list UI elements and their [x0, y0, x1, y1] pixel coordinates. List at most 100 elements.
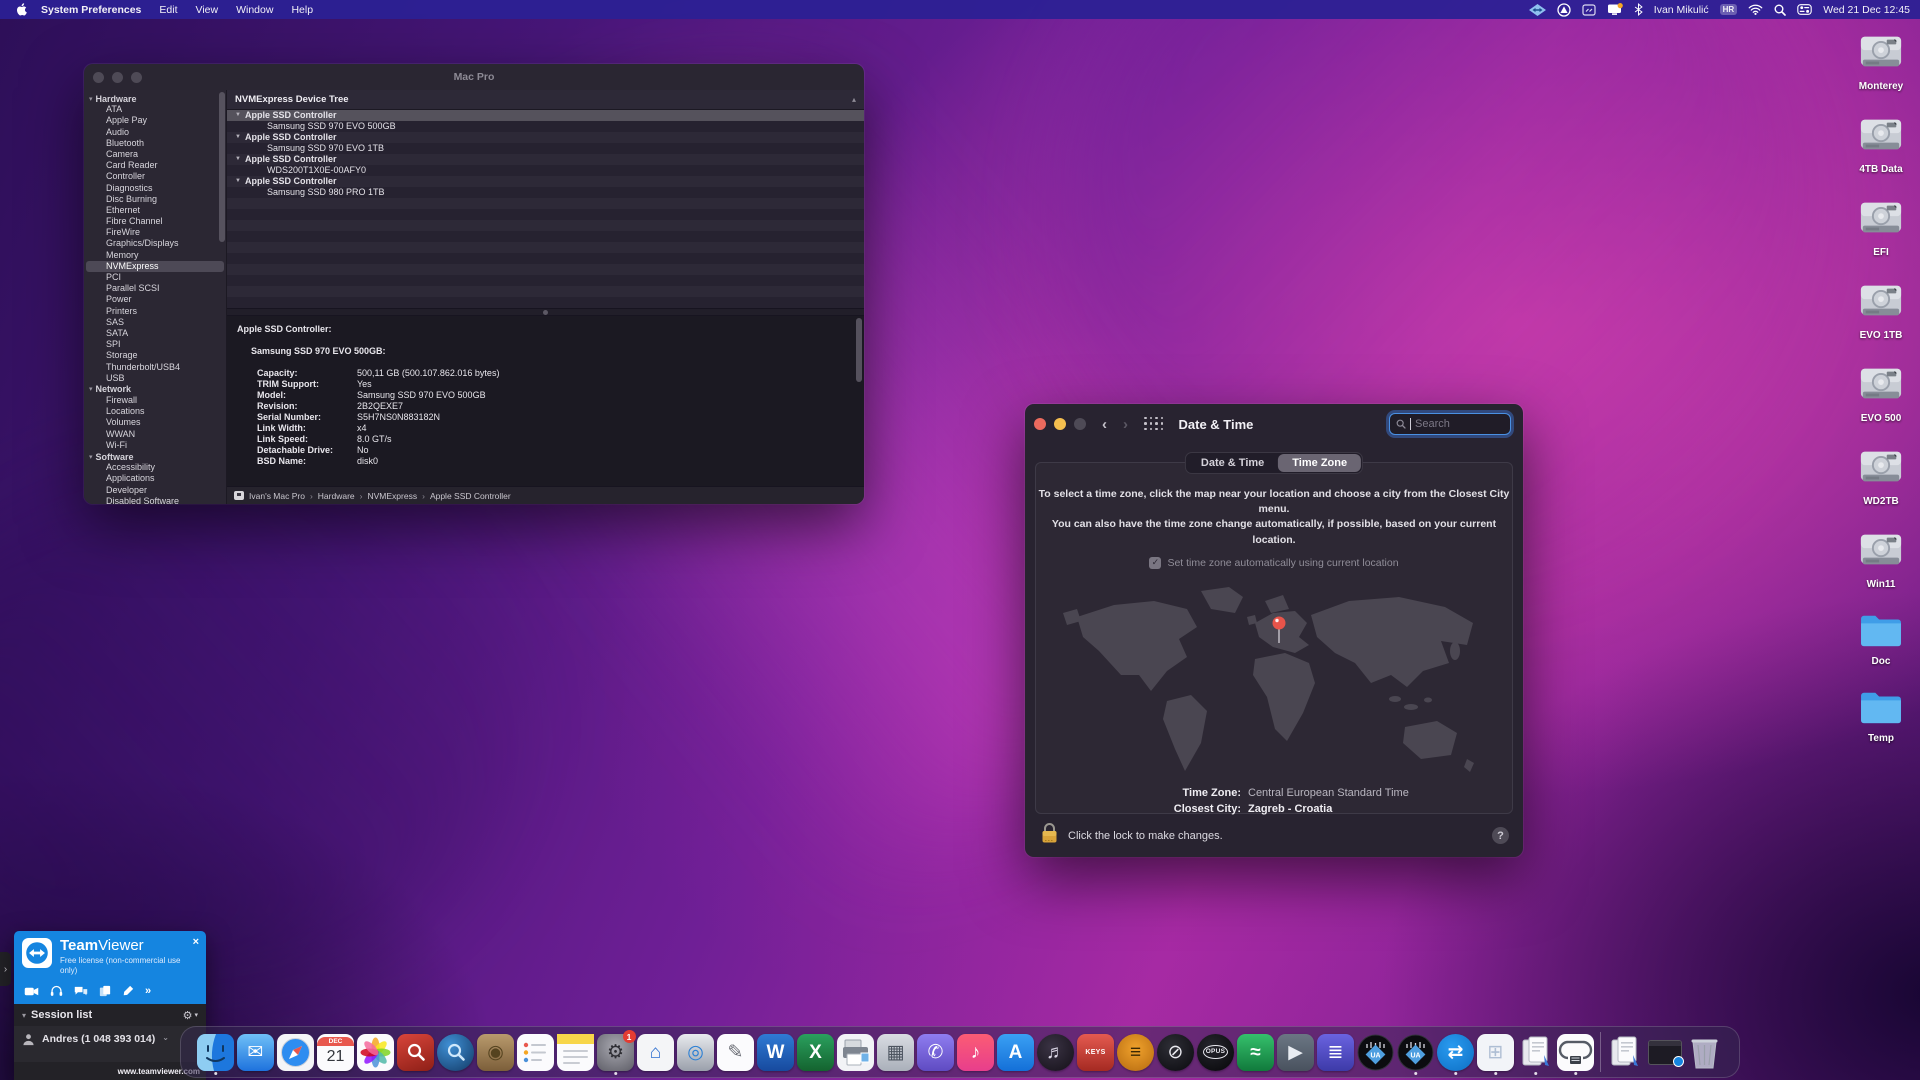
- dock-icon-audio-utility[interactable]: ⊘: [1156, 1029, 1196, 1075]
- sidebar-section-network[interactable]: ▾Network: [84, 384, 226, 395]
- dock-icon-media-player[interactable]: ▶: [1276, 1029, 1316, 1075]
- apple-menu-icon[interactable]: [10, 3, 32, 16]
- breadcrumb-segment-ivan-s-mac-pro[interactable]: Ivan's Mac Pro: [249, 491, 305, 501]
- dock-icon-opus[interactable]: OPUS: [1196, 1029, 1236, 1075]
- dock-icon-find-any-file[interactable]: [396, 1029, 436, 1075]
- session-settings-gear-icon[interactable]: ⚙▾: [183, 1009, 198, 1022]
- dock-icon-etrecheck[interactable]: ≡: [1116, 1029, 1156, 1075]
- dock-icon-finder[interactable]: [196, 1029, 236, 1075]
- sidebar-item-camera[interactable]: Camera: [84, 149, 226, 160]
- dock-icon-wave-editor[interactable]: ≈: [1236, 1029, 1276, 1075]
- sidebar-item-volumes[interactable]: Volumes: [84, 417, 226, 428]
- desktop-icon-temp[interactable]: Temp: [1846, 688, 1916, 744]
- pane-splitter[interactable]: [227, 308, 864, 316]
- sidebar-item-fibre-channel[interactable]: Fibre Channel: [84, 216, 226, 227]
- dock-icon-screen-magnifier[interactable]: [436, 1029, 476, 1075]
- sidebar-item-firewire[interactable]: FireWire: [84, 227, 226, 238]
- tree-row-wds200t1x0e-00afy0[interactable]: WDS200T1X0E-00AFY0: [227, 165, 864, 176]
- menu-view[interactable]: View: [187, 4, 228, 16]
- display-notification-menubar-icon[interactable]: [1607, 3, 1623, 16]
- sidebar-section-software[interactable]: ▾Software: [84, 451, 226, 462]
- dock-icon-caliper-tool[interactable]: [1556, 1029, 1596, 1075]
- desktop-icon-efi[interactable]: EFI: [1846, 196, 1916, 258]
- sidebar-item-applications[interactable]: Applications: [84, 473, 226, 484]
- zoom-button[interactable]: [1074, 418, 1086, 430]
- dock-icon-reminders[interactable]: [516, 1029, 556, 1075]
- sidebar-item-usb[interactable]: USB: [84, 373, 226, 384]
- tab-date-time[interactable]: Date & Time: [1187, 454, 1278, 472]
- help-button[interactable]: ?: [1492, 827, 1509, 844]
- more-icon[interactable]: »: [145, 985, 151, 997]
- sidebar-scrollbar[interactable]: [219, 92, 225, 242]
- app-menu-title[interactable]: System Preferences: [32, 4, 150, 16]
- details-scrollbar[interactable]: [856, 318, 862, 382]
- dock-icon-ua-meter[interactable]: UA: [1396, 1029, 1436, 1075]
- tree-row-apple-ssd-controller[interactable]: ▼Apple SSD Controller: [227, 132, 864, 143]
- desktop-icon-evo-1tb[interactable]: EVO 1TB: [1846, 279, 1916, 341]
- desktop-icon-monterey[interactable]: Monterey: [1846, 30, 1916, 92]
- breadcrumb-segment-hardware[interactable]: Hardware: [318, 491, 355, 501]
- dock-icon-notes[interactable]: [556, 1029, 596, 1075]
- circle-triangle-menubar-icon[interactable]: [1557, 3, 1571, 17]
- dock-icon-mail[interactable]: ✉: [236, 1029, 276, 1075]
- dock-icon-vuescan[interactable]: [836, 1029, 876, 1075]
- sidebar-item-parallel-scsi[interactable]: Parallel SCSI: [84, 283, 226, 294]
- sidebar-item-wwan[interactable]: WWAN: [84, 429, 226, 440]
- video-call-icon[interactable]: [24, 986, 39, 997]
- dock-icon-documents-stack[interactable]: [1605, 1029, 1645, 1075]
- forward-button[interactable]: ›: [1123, 416, 1128, 433]
- dock-icon-word[interactable]: W: [756, 1029, 796, 1075]
- sidebar-item-spi[interactable]: SPI: [84, 339, 226, 350]
- dock-icon-minimized-window[interactable]: [1645, 1029, 1685, 1075]
- tree-row-apple-ssd-controller[interactable]: ▼Apple SSD Controller: [227, 176, 864, 187]
- close-button[interactable]: [1034, 418, 1046, 430]
- sidebar-item-firewall[interactable]: Firewall: [84, 395, 226, 406]
- annotate-icon[interactable]: [122, 985, 134, 997]
- dock-icon-photos[interactable]: [356, 1029, 396, 1075]
- tree-row-apple-ssd-controller[interactable]: ▼Apple SSD Controller: [227, 110, 864, 121]
- dock-icon-toast[interactable]: ◎: [676, 1029, 716, 1075]
- dock-icon-brown-utility[interactable]: ◉: [476, 1029, 516, 1075]
- search-input[interactable]: Search: [1389, 413, 1511, 435]
- menu-window[interactable]: Window: [227, 4, 282, 16]
- sidebar-item-sas[interactable]: SAS: [84, 317, 226, 328]
- sysinfo-titlebar[interactable]: Mac Pro: [84, 64, 864, 90]
- device-tree-header[interactable]: NVMExpress Device Tree ▴: [227, 90, 864, 110]
- sidebar-item-power[interactable]: Power: [84, 294, 226, 305]
- menubar-clock[interactable]: Wed 21 Dec 12:45: [1823, 4, 1910, 16]
- session-list-bar[interactable]: ▾ Session list ⚙▾: [14, 1004, 206, 1026]
- breadcrumb-segment-nvmexpress[interactable]: NVMExpress: [368, 491, 418, 501]
- wifi-menubar-icon[interactable]: [1748, 4, 1763, 15]
- sidebar-item-sata[interactable]: SATA: [84, 328, 226, 339]
- sidebar-item-memory[interactable]: Memory: [84, 250, 226, 261]
- sidebar-item-locations[interactable]: Locations: [84, 406, 226, 417]
- sidebar-item-wi-fi[interactable]: Wi-Fi: [84, 440, 226, 451]
- spotlight-search-menubar-icon[interactable]: [1774, 4, 1786, 16]
- sidebar-item-diagnostics[interactable]: Diagnostics: [84, 183, 226, 194]
- sidebar-item-printers[interactable]: Printers: [84, 306, 226, 317]
- menubar-user-name[interactable]: Ivan Mikulić: [1654, 4, 1709, 16]
- dock-icon-trash[interactable]: [1685, 1029, 1725, 1075]
- bluetooth-menubar-icon[interactable]: [1634, 3, 1643, 16]
- sidebar-item-disc-burning[interactable]: Disc Burning: [84, 194, 226, 205]
- desktop-icon-win11[interactable]: Win11: [1846, 528, 1916, 590]
- lock-icon[interactable]: [1041, 822, 1058, 849]
- dock-icon-excel[interactable]: X: [796, 1029, 836, 1075]
- dock-icon-keys[interactable]: KEYS: [1076, 1029, 1116, 1075]
- control-center-menubar-icon[interactable]: [1797, 4, 1812, 15]
- world-map[interactable]: [1059, 579, 1489, 779]
- input-source-menubar-icon[interactable]: HR: [1720, 4, 1738, 15]
- menu-edit[interactable]: Edit: [150, 4, 186, 16]
- tab-time-zone[interactable]: Time Zone: [1278, 454, 1361, 472]
- auto-timezone-checkbox[interactable]: ✓: [1149, 557, 1161, 569]
- sidebar-item-developer[interactable]: Developer: [84, 485, 226, 496]
- minimize-button[interactable]: [1054, 418, 1066, 430]
- dock-icon-grid-utility[interactable]: ⊞: [1476, 1029, 1516, 1075]
- sidebar-item-nvmexpress[interactable]: NVMExpress: [86, 261, 224, 272]
- desktop-icon-evo-500[interactable]: EVO 500: [1846, 362, 1916, 424]
- sidebar-item-ethernet[interactable]: Ethernet: [84, 205, 226, 216]
- dock-icon-textedit[interactable]: ✎: [716, 1029, 756, 1075]
- tree-row-samsung-ssd-970-evo-1tb[interactable]: Samsung SSD 970 EVO 1TB: [227, 143, 864, 154]
- dock-icon-music[interactable]: ♪: [956, 1029, 996, 1075]
- sidebar-item-controller[interactable]: Controller: [84, 171, 226, 182]
